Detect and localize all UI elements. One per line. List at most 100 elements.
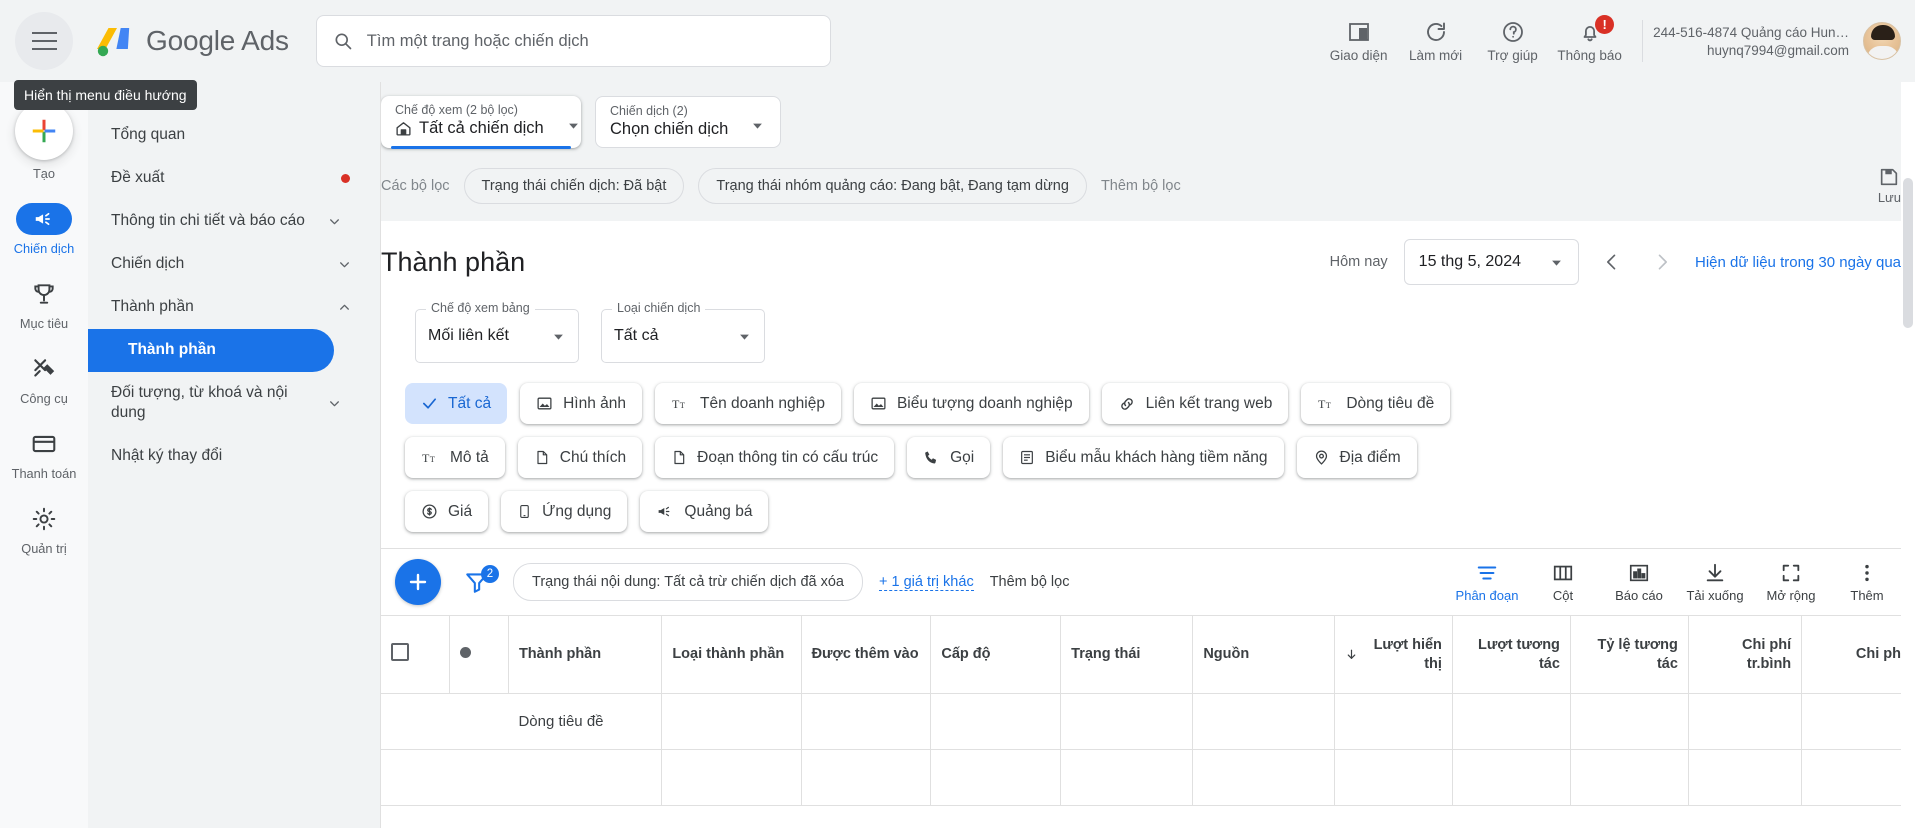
column-interactions[interactable]: Lượt tương tác xyxy=(1452,615,1571,694)
asset-chip-all[interactable]: Tất cả xyxy=(405,383,508,424)
sidebar-item-insights-reports[interactable]: Thông tin chi tiết và báo cáo xyxy=(88,200,358,243)
chevron-down-icon xyxy=(566,118,581,133)
column-added-to[interactable]: Được thêm vào xyxy=(801,615,932,694)
filter-count-badge: 2 xyxy=(481,565,499,583)
asset-chip-location[interactable]: Địa điểm xyxy=(1296,437,1417,478)
asset-chip-promotion[interactable]: Quảng bá xyxy=(640,491,769,532)
chevron-down-icon xyxy=(338,258,350,270)
more-button[interactable]: Thêm xyxy=(1829,562,1905,603)
help-button[interactable]: Trợ giúp xyxy=(1474,20,1551,63)
sidebar-item-campaigns[interactable]: Chiến dịch xyxy=(88,243,368,286)
expand-button[interactable]: Mở rộng xyxy=(1753,562,1829,603)
rail-label-billing: Thanh toán xyxy=(11,466,77,481)
appearance-button[interactable]: Giao diện xyxy=(1320,20,1397,63)
add-filter-button[interactable]: Thêm bộ lọc xyxy=(990,574,1070,590)
table-view-mode-select[interactable]: Chế độ xem bảng Mối liên kết xyxy=(415,301,579,363)
avatar[interactable] xyxy=(1863,22,1901,60)
asset-chip-business-logo[interactable]: Biểu tượng doanh nghiệp xyxy=(853,383,1089,424)
asset-chip-app[interactable]: Ứng dụng xyxy=(501,491,628,532)
column-cost[interactable]: Chi phí xyxy=(1801,615,1915,694)
column-select-all[interactable] xyxy=(381,615,450,694)
column-level[interactable]: Cấp độ xyxy=(930,615,1062,694)
filter-button[interactable]: 2 xyxy=(457,565,499,595)
rail-item-tools[interactable]: Công cụ xyxy=(0,353,88,406)
column-source[interactable]: Nguồn xyxy=(1192,615,1335,694)
data-notice-link[interactable]: Hiện dữ liệu trong 30 ngày qua xyxy=(1695,254,1901,271)
segment-button[interactable]: Phân đoạn xyxy=(1449,562,1525,603)
sidebar-item-overview[interactable]: Tổng quan xyxy=(88,114,368,157)
scrollbar-thumb[interactable] xyxy=(1903,178,1913,328)
sidebar-item-change-history[interactable]: Nhật ký thay đổi xyxy=(88,435,368,478)
asset-chip-sitelink[interactable]: Liên kết trang web xyxy=(1101,383,1289,424)
column-asset[interactable]: Thành phần xyxy=(508,615,663,694)
asset-chip-label: Liên kết trang web xyxy=(1145,394,1273,412)
date-range-label: Hôm nay xyxy=(1329,254,1388,270)
add-asset-button[interactable] xyxy=(395,559,441,605)
secondary-navigation: Tổng quan Đề xuất Thông tin chi tiết và … xyxy=(88,82,381,828)
sidebar-item-recommendations[interactable]: Đề xuất xyxy=(88,157,368,200)
view-selector[interactable]: Chế độ xem (2 bộ lọc) Tất cả chiến dịch xyxy=(381,96,581,149)
plus-icon xyxy=(15,102,73,160)
table-row[interactable] xyxy=(381,749,1915,806)
sidebar-item-assets[interactable]: Thành phần xyxy=(88,328,334,372)
sort-arrow-down-icon xyxy=(1345,648,1358,661)
rail-item-goals[interactable]: Mục tiêu xyxy=(0,278,88,331)
more-values-link[interactable]: + 1 giá trị khác xyxy=(878,574,974,591)
notification-badge: ! xyxy=(1595,14,1615,34)
table-row[interactable]: Dòng tiêu đề xyxy=(381,693,1915,750)
refresh-button[interactable]: Làm mới xyxy=(1397,20,1474,63)
campaign-selector[interactable]: Chiến dịch (2) Chọn chiến dịch xyxy=(595,96,781,148)
column-asset-type[interactable]: Loại thành phần xyxy=(661,615,802,694)
account-info[interactable]: 244-516-4874 Quảng cáo Hun… huynq7994@gm… xyxy=(1653,25,1849,58)
cell-source xyxy=(1192,749,1335,806)
form-icon xyxy=(1019,449,1035,466)
asset-chip-price[interactable]: Giá xyxy=(405,491,489,532)
select-all-checkbox[interactable] xyxy=(391,642,409,661)
rail-label-tools: Công cụ xyxy=(20,391,68,406)
content-status-filter-chip[interactable]: Trạng thái nội dung: Tất cả trừ chiến dị… xyxy=(513,563,863,601)
asset-chip-call[interactable]: Gọi xyxy=(907,437,991,478)
cell-select[interactable] xyxy=(381,693,450,750)
date-picker[interactable]: 15 thg 5, 2024 xyxy=(1403,239,1579,285)
download-button[interactable]: Tải xuống xyxy=(1677,562,1753,603)
brand-logo-area[interactable]: Google Ads xyxy=(95,24,289,58)
reports-button[interactable]: Báo cáo xyxy=(1601,562,1677,603)
asset-chip-structured-snippet[interactable]: Đoạn thông tin có cấu trúc xyxy=(655,437,895,478)
asset-chip-description[interactable]: TT Mô tả xyxy=(405,437,505,478)
column-avg-cost[interactable]: Chi phí tr.bình xyxy=(1688,615,1803,694)
column-state[interactable]: Trạng thái xyxy=(1060,615,1194,694)
asset-chip-lead-form[interactable]: Biểu mẫu khách hàng tiềm năng xyxy=(1003,437,1284,478)
vertical-scrollbar[interactable] xyxy=(1901,82,1915,828)
sidebar-item-assets-group[interactable]: Thành phần xyxy=(88,286,368,329)
cell-select[interactable] xyxy=(381,749,450,806)
cell-source xyxy=(1192,693,1335,750)
notifications-button[interactable]: ! Thông báo xyxy=(1551,14,1628,63)
rail-item-admin[interactable]: Quản trị xyxy=(0,503,88,556)
add-filter-link[interactable]: Thêm bộ lọc xyxy=(1101,178,1181,194)
search-input[interactable]: Tìm một trang hoặc chiến dịch xyxy=(315,15,831,67)
filter-chip-campaign-status[interactable]: Trạng thái chiến dịch: Đã bật xyxy=(463,167,685,204)
columns-button[interactable]: Cột xyxy=(1525,562,1601,603)
campaign-type-select[interactable]: Loại chiến dịch Tất cả xyxy=(601,301,765,363)
previous-date-button[interactable] xyxy=(1595,245,1629,279)
navigation-menu-button[interactable] xyxy=(15,12,73,70)
asset-chip-callout[interactable]: Chú thích xyxy=(517,437,643,478)
column-interaction-rate[interactable]: Tỷ lệ tương tác xyxy=(1570,615,1689,694)
asset-chip-headline[interactable]: TT Dòng tiêu đề xyxy=(1301,383,1451,424)
asset-chip-business-name[interactable]: TT Tên doanh nghiệp xyxy=(655,383,841,424)
search-placeholder-text: Tìm một trang hoặc chiến dịch xyxy=(366,31,589,50)
document-icon xyxy=(671,449,687,466)
hamburger-icon xyxy=(31,32,57,50)
asset-chip-image[interactable]: Hình ảnh xyxy=(520,383,642,424)
table-tools: Phân đoạn Cột Báo cáo Tải xuống Mở rộng … xyxy=(1449,562,1915,603)
next-date-button[interactable] xyxy=(1645,245,1679,279)
rail-item-campaigns[interactable]: Chiến dịch xyxy=(0,203,88,256)
filter-chip-adgroup-status[interactable]: Trạng thái nhóm quảng cáo: Đang bật, Đan… xyxy=(698,167,1087,204)
sidebar-label-campaigns: Chiến dịch xyxy=(111,254,185,272)
column-impressions[interactable]: Lượt hiển thị xyxy=(1334,615,1453,694)
scope-selectors: Chế độ xem (2 bộ lọc) Tất cả chiến dịch xyxy=(381,82,1915,149)
cell-added-to xyxy=(801,693,932,750)
rail-item-create[interactable]: Tạo xyxy=(0,102,88,181)
sidebar-item-audiences-keywords-content[interactable]: Đối tượng, từ khoá và nội dung xyxy=(88,372,358,436)
rail-item-billing[interactable]: Thanh toán xyxy=(0,428,88,481)
